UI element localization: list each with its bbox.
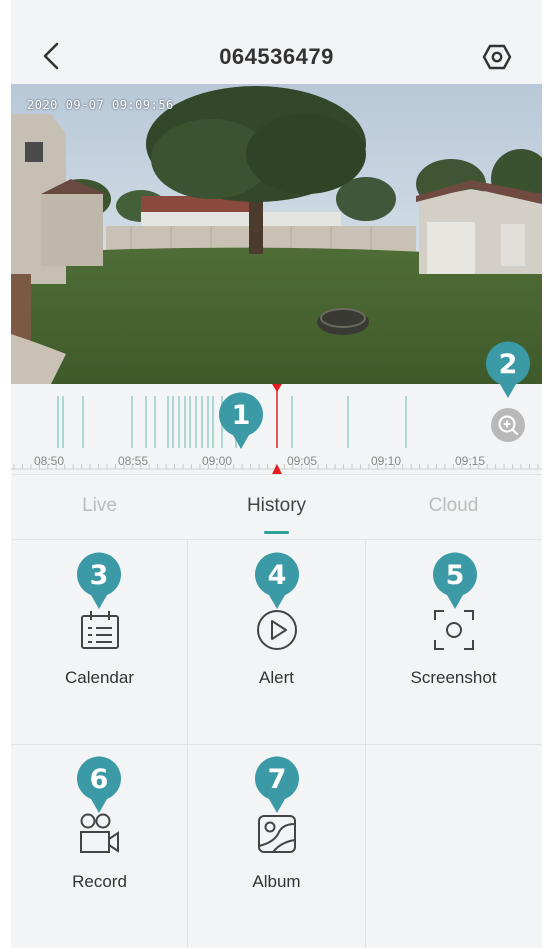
calendar-icon	[81, 611, 119, 649]
callout-number: 7	[267, 764, 287, 795]
callout-badge-2: 2	[484, 340, 532, 400]
tick-label-0910: 09:10	[370, 454, 402, 468]
alert-label: Alert	[259, 668, 294, 687]
callout-badge-7: 7	[253, 755, 301, 815]
camera-video-view[interactable]: 2020 09-07 09:09:56	[11, 84, 542, 384]
mode-tabs: Live History Cloud	[11, 474, 542, 540]
callout-number: 2	[498, 349, 518, 380]
callout-badge-4: 4	[253, 551, 301, 611]
top-bar: 064536479	[11, 0, 542, 84]
hexagon-settings-icon	[482, 44, 512, 70]
tab-history[interactable]: History	[188, 495, 365, 517]
tab-cloud[interactable]: Cloud	[365, 495, 542, 517]
callout-badge-1: 1	[217, 391, 265, 451]
tick-label-0915: 09:15	[454, 454, 486, 468]
callout-number: 5	[445, 560, 465, 591]
callout-badge-6: 6	[75, 755, 123, 815]
album-icon	[258, 815, 296, 853]
callout-badge-3: 3	[75, 551, 123, 611]
tick-label-0850: 08:50	[33, 454, 65, 468]
album-label: Album	[252, 872, 301, 891]
callout-badge-5: 5	[431, 551, 479, 611]
video-camera-icon	[80, 813, 119, 853]
tick-label-0905: 09:05	[286, 454, 318, 468]
tab-live[interactable]: Live	[11, 495, 188, 517]
app-screen: 064536479 2020 09-07 09:09:56 08:50 08:5…	[11, 0, 542, 948]
settings-button[interactable]	[482, 42, 512, 72]
zoom-in-icon	[498, 415, 519, 436]
device-title: 064536479	[219, 44, 334, 69]
zoom-button[interactable]	[491, 408, 525, 442]
playback-timeline[interactable]: 08:50 08:55 09:00 09:05 09:10 09:15	[11, 384, 542, 474]
screenshot-label: Screenshot	[410, 668, 497, 687]
camera-osd-timestamp: 2020 09-07 09:09:56	[27, 98, 174, 112]
screenshot-icon	[434, 610, 474, 650]
callout-number: 3	[89, 560, 109, 591]
callout-number: 4	[267, 560, 287, 591]
camera-scene-image	[11, 84, 542, 384]
playhead-marker[interactable]	[272, 384, 282, 474]
active-tab-indicator	[264, 531, 289, 534]
tick-label-0900: 09:00	[201, 454, 233, 468]
callout-number: 1	[231, 400, 251, 431]
record-label: Record	[72, 872, 127, 891]
play-circle-icon	[257, 610, 297, 650]
tick-label-0855: 08:55	[117, 454, 149, 468]
calendar-label: Calendar	[65, 668, 134, 687]
callout-number: 6	[89, 764, 109, 795]
